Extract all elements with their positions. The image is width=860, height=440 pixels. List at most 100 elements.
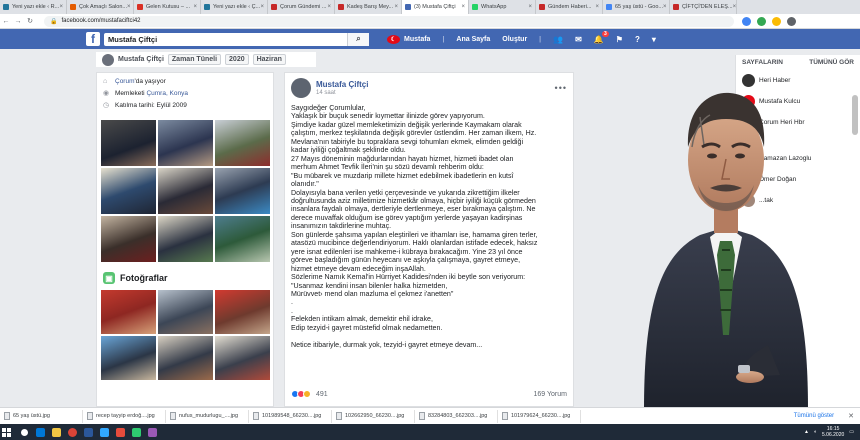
close-tab-icon[interactable]: ×: [663, 4, 667, 10]
profile-avatar-icon[interactable]: ☾: [387, 34, 400, 44]
app-icon[interactable]: [128, 424, 144, 440]
start-icon[interactable]: [2, 427, 16, 437]
browser-tab[interactable]: Yeni yazı ekle ‹ R... ×: [0, 0, 67, 14]
browser-tab[interactable]: WhatsApp ×: [469, 0, 536, 14]
scrollbar[interactable]: [852, 95, 858, 135]
avatar[interactable]: [102, 53, 114, 66]
browser-tab[interactable]: Kadeş Barış Mey... ×: [335, 0, 402, 14]
download-item[interactable]: 65 yaş üstü.jpg: [0, 409, 83, 423]
nav-home[interactable]: Ana Sayfa: [456, 36, 490, 43]
search-icon[interactable]: [16, 424, 32, 440]
profile-name[interactable]: Mustafa Çiftçi: [118, 56, 164, 63]
search-input[interactable]: Mustafa Çiftçi ⌕: [104, 32, 369, 46]
close-tab-icon[interactable]: ×: [394, 4, 398, 10]
photo-thumb[interactable]: [158, 336, 213, 380]
extension-icon[interactable]: [742, 16, 751, 26]
close-tab-icon[interactable]: ×: [193, 4, 197, 10]
reaction-count[interactable]: 491: [316, 391, 328, 398]
close-tab-icon[interactable]: ×: [127, 4, 131, 10]
featured-photo[interactable]: [101, 216, 156, 262]
photo-thumb[interactable]: [101, 336, 156, 380]
featured-photo[interactable]: [101, 168, 156, 214]
photos-title[interactable]: Fotoğraflar: [120, 273, 168, 283]
network-icon[interactable]: ▲: [804, 429, 809, 435]
download-item[interactable]: 101989548_66230....jpg: [249, 409, 332, 423]
photo-thumb[interactable]: [101, 290, 156, 334]
download-item[interactable]: 101979624_66230....jpg: [498, 409, 581, 423]
post-author[interactable]: Mustafa Çiftçi: [316, 80, 368, 89]
close-tab-icon[interactable]: ×: [595, 4, 599, 10]
groups-icon[interactable]: ⚑: [616, 35, 623, 44]
messenger-icon[interactable]: ✉: [575, 35, 582, 44]
forward-icon[interactable]: →: [12, 18, 24, 25]
word-icon[interactable]: [80, 424, 96, 440]
featured-photo[interactable]: [158, 216, 213, 262]
notifications-icon[interactable]: 🔔 3: [594, 30, 609, 44]
close-tab-icon[interactable]: ×: [461, 4, 465, 10]
tab-favicon-icon: [606, 4, 612, 10]
reactions-icon[interactable]: [291, 390, 311, 398]
nav-create[interactable]: Oluştur: [502, 36, 527, 43]
close-tab-icon[interactable]: ×: [260, 4, 264, 10]
photo-thumb[interactable]: [158, 290, 213, 334]
photoshop-icon[interactable]: [96, 424, 112, 440]
friends-icon[interactable]: 👥: [553, 35, 563, 44]
download-item[interactable]: nufus_mudurlugu_....jpg: [166, 409, 249, 423]
photo-thumb[interactable]: [215, 336, 270, 380]
download-item[interactable]: recep tayyip erdoğ....jpg: [83, 409, 166, 423]
help-icon[interactable]: ?: [635, 35, 640, 44]
timeline-dropdown[interactable]: Zaman Tüneli: [167, 54, 222, 65]
browser-tab[interactable]: Gelen Kutusu – ... ×: [134, 0, 201, 14]
close-icon[interactable]: ✕: [848, 412, 854, 420]
close-tab-icon[interactable]: ×: [528, 4, 532, 10]
extension-icon[interactable]: [772, 16, 781, 26]
search-icon[interactable]: ⌕: [347, 32, 369, 46]
featured-photo[interactable]: [215, 120, 270, 166]
city-link[interactable]: Çorum: [115, 78, 135, 85]
photos-section-title[interactable]: ▣ Fotoğraflar: [97, 264, 273, 288]
month-dropdown[interactable]: Haziran: [252, 54, 286, 65]
download-item[interactable]: 83284803_662303....jpg: [415, 409, 498, 423]
browser-tab[interactable]: Yeni yazı ekle ‹ Ç... ×: [201, 0, 268, 14]
post-time[interactable]: 14 saat: [316, 90, 368, 96]
explorer-icon[interactable]: [48, 424, 64, 440]
featured-photo[interactable]: [158, 168, 213, 214]
download-item[interactable]: 102662950_66230....jpg: [332, 409, 415, 423]
close-tab-icon[interactable]: ×: [59, 4, 63, 10]
app-icon[interactable]: [112, 424, 128, 440]
edge-icon[interactable]: [32, 424, 48, 440]
featured-photo[interactable]: [215, 216, 270, 262]
featured-photo[interactable]: [158, 120, 213, 166]
dropdown-icon[interactable]: ▾: [652, 35, 656, 44]
reload-icon[interactable]: ↻: [24, 17, 36, 25]
close-tab-icon[interactable]: ×: [327, 4, 331, 10]
profile-icon[interactable]: [787, 16, 796, 26]
browser-tab[interactable]: Çok Amaçlı Salon... ×: [67, 0, 134, 14]
comment-count[interactable]: 169 Yorum: [534, 391, 567, 398]
url-field[interactable]: 🔒 facebook.com/mustafaciftci42: [44, 15, 734, 27]
extension-icon[interactable]: [757, 16, 766, 26]
photo-thumb[interactable]: [215, 290, 270, 334]
app-icon[interactable]: [144, 424, 160, 440]
year-dropdown[interactable]: 2020: [225, 54, 249, 65]
close-tab-icon[interactable]: ×: [733, 4, 736, 10]
browser-tab[interactable]: Gündem Haberi... ×: [536, 0, 603, 14]
avatar[interactable]: [291, 78, 311, 98]
hometown-link[interactable]: Çumra, Konya: [146, 90, 188, 97]
see-all-link[interactable]: TÜMÜNÜ GÖR: [809, 59, 854, 66]
browser-tab[interactable]: Çorum Gündemi ... ×: [268, 0, 335, 14]
browser-tab[interactable]: 65 yaş üstü - Goo... ×: [603, 0, 670, 14]
browser-tab[interactable]: ÇİFTÇİ'DEN ELEŞ... ×: [670, 0, 737, 14]
facebook-logo-icon[interactable]: f: [86, 32, 100, 46]
show-all-downloads[interactable]: Tümünü göster: [794, 413, 834, 419]
featured-photo[interactable]: [215, 168, 270, 214]
browser-tab[interactable]: (3) Mustafa Çiftçi ×: [402, 0, 469, 14]
featured-photo[interactable]: [101, 120, 156, 166]
volume-icon[interactable]: ◐: [814, 429, 817, 435]
more-options-icon[interactable]: •••: [555, 83, 567, 93]
clock[interactable]: 16:15 5.06.2020: [822, 426, 844, 438]
nav-profile[interactable]: Mustafa: [404, 36, 430, 43]
notification-center-icon[interactable]: ▭: [849, 429, 854, 435]
back-icon[interactable]: ←: [0, 18, 12, 25]
chrome-icon[interactable]: [64, 424, 80, 440]
